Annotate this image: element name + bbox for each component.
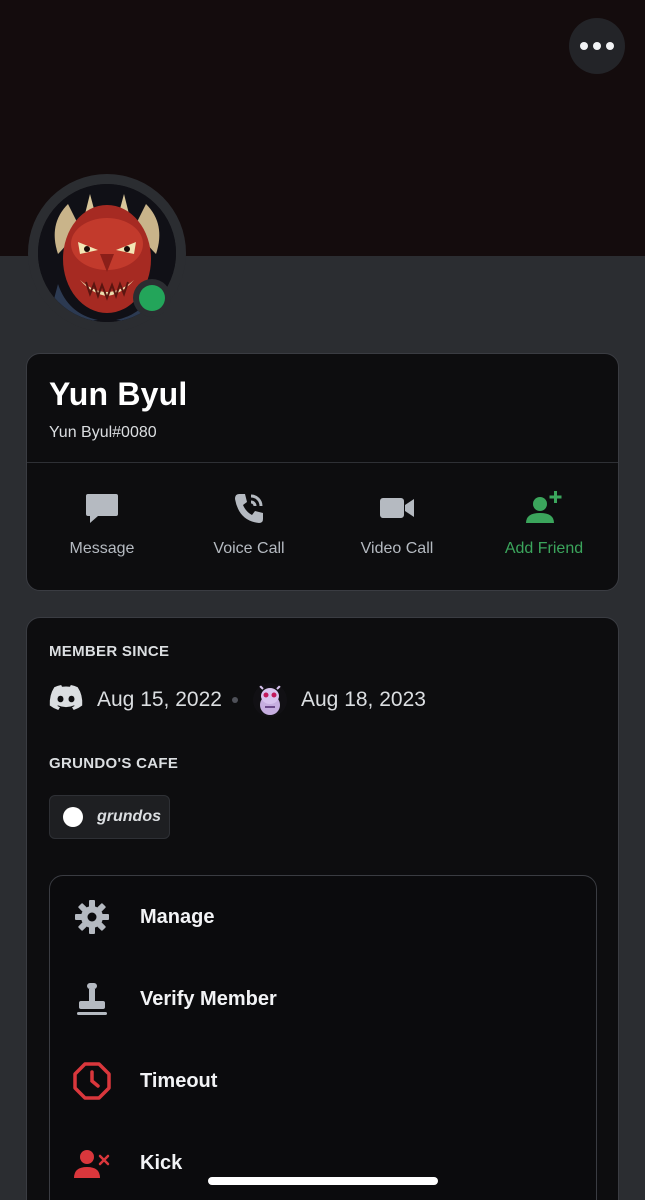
voice-call-button[interactable]: Voice Call (174, 488, 324, 568)
server-member-since: Aug 18, 2023 (253, 682, 426, 718)
more-dot-icon (606, 42, 614, 50)
phone-icon (229, 488, 269, 528)
role-color-dot (63, 807, 83, 827)
timeout-label: Timeout (140, 1069, 218, 1092)
discord-logo-icon (49, 684, 83, 716)
member-since-row: Aug 15, 2022 Aug 18, 2023 (49, 682, 589, 718)
add-friend-button[interactable]: Add Friend (469, 488, 619, 568)
video-camera-icon (377, 488, 417, 528)
more-dot-icon (593, 42, 601, 50)
kick-label: Kick (140, 1151, 183, 1174)
timeout-clock-icon (72, 1061, 112, 1101)
more-options-button[interactable] (569, 18, 625, 74)
add-friend-label: Add Friend (504, 540, 584, 557)
timeout-menu-item[interactable]: Timeout (50, 1040, 596, 1122)
discord-join-date: Aug 15, 2022 (97, 688, 222, 711)
verify-member-menu-item[interactable]: Verify Member (50, 958, 596, 1040)
manage-menu-item[interactable]: Manage (50, 876, 596, 958)
manage-label: Manage (140, 905, 215, 928)
home-indicator[interactable] (208, 1177, 438, 1185)
username-tag[interactable]: Yun Byul#0080 (49, 424, 157, 442)
add-friend-icon (524, 488, 564, 528)
display-name: Yun Byul (49, 376, 188, 412)
stamp-icon (72, 979, 112, 1019)
profile-card: Yun Byul Yun Byul#0080 Message Voice Cal… (26, 353, 619, 591)
video-call-button[interactable]: Video Call (322, 488, 472, 568)
moderation-menu: Manage Verify Member Timeout Kick (49, 875, 597, 1200)
separator-dot (232, 697, 238, 703)
kick-menu-item[interactable]: Kick (50, 1122, 596, 1200)
more-dot-icon (580, 42, 588, 50)
server-join-date: Aug 18, 2023 (301, 688, 426, 711)
divider (27, 462, 618, 463)
member-info-card: MEMBER SINCE Aug 15, 2022 Aug 18, 2023 G… (26, 617, 619, 1200)
discord-member-since: Aug 15, 2022 (49, 682, 222, 718)
voice-call-label: Voice Call (213, 540, 285, 557)
member-since-title: MEMBER SINCE (49, 643, 170, 660)
message-icon (82, 488, 122, 528)
message-button[interactable]: Message (27, 488, 177, 568)
profile-actions: Message Voice Call Video Call Add Friend (27, 488, 618, 568)
server-section-title: GRUNDO'S CAFE (49, 755, 179, 772)
online-status-indicator (139, 285, 165, 311)
server-icon (253, 683, 287, 717)
verify-member-label: Verify Member (140, 987, 277, 1010)
gear-icon (72, 897, 112, 937)
role-chip[interactable]: grundos (49, 795, 170, 839)
role-name: grundos (97, 808, 161, 825)
message-label: Message (69, 540, 135, 557)
video-call-label: Video Call (360, 540, 434, 557)
kick-user-icon (72, 1143, 112, 1183)
